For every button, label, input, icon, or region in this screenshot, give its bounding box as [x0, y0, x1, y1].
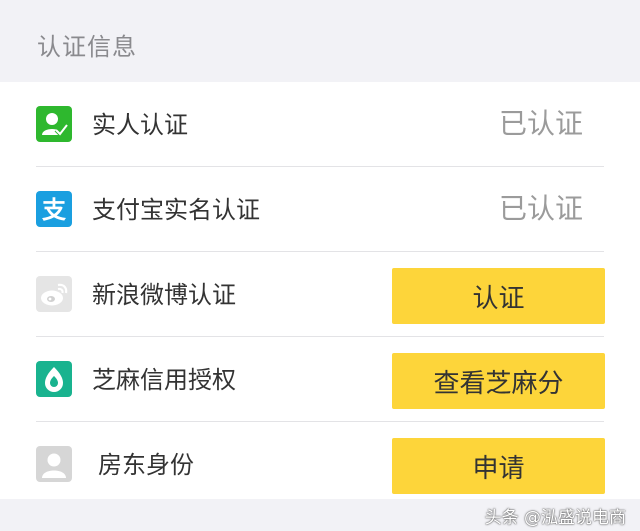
status-verified: 已认证 — [498, 192, 583, 225]
row-label: 实人认证 — [92, 111, 188, 139]
row-label: 支付宝实名认证 — [92, 196, 260, 224]
row-sesame-credit: 芝麻信用授权 查看芝麻分 — [0, 337, 640, 422]
row-label: 芝麻信用授权 — [92, 366, 236, 394]
verification-list: 实人认证 已认证 支 支付宝实名认证 已认证 新浪微博认证 认证 芝麻信用授权 … — [0, 82, 640, 507]
section-header: 认证信息 — [0, 0, 640, 82]
section-title: 认证信息 — [37, 33, 137, 61]
row-weibo-verification: 新浪微博认证 认证 — [0, 252, 640, 337]
row-alipay-verification[interactable]: 支 支付宝实名认证 已认证 — [0, 167, 640, 252]
row-landlord-identity: 房东身份 申请 — [0, 422, 640, 507]
status-verified: 已认证 — [498, 107, 583, 140]
svg-text:支: 支 — [42, 196, 67, 224]
verify-button[interactable]: 认证 — [392, 268, 605, 324]
row-label: 新浪微博认证 — [92, 281, 236, 309]
apply-button[interactable]: 申请 — [392, 438, 605, 494]
alipay-icon: 支 — [36, 191, 72, 227]
landlord-avatar-icon — [36, 446, 72, 482]
row-label: 房东身份 — [98, 451, 194, 479]
person-verify-icon — [36, 106, 72, 142]
weibo-icon — [36, 276, 72, 312]
sesame-credit-icon — [36, 361, 72, 397]
row-real-person-verification[interactable]: 实人认证 已认证 — [0, 82, 640, 167]
watermark: 头条 @泓盛说电商 — [484, 508, 626, 528]
view-sesame-score-button[interactable]: 查看芝麻分 — [392, 353, 605, 409]
